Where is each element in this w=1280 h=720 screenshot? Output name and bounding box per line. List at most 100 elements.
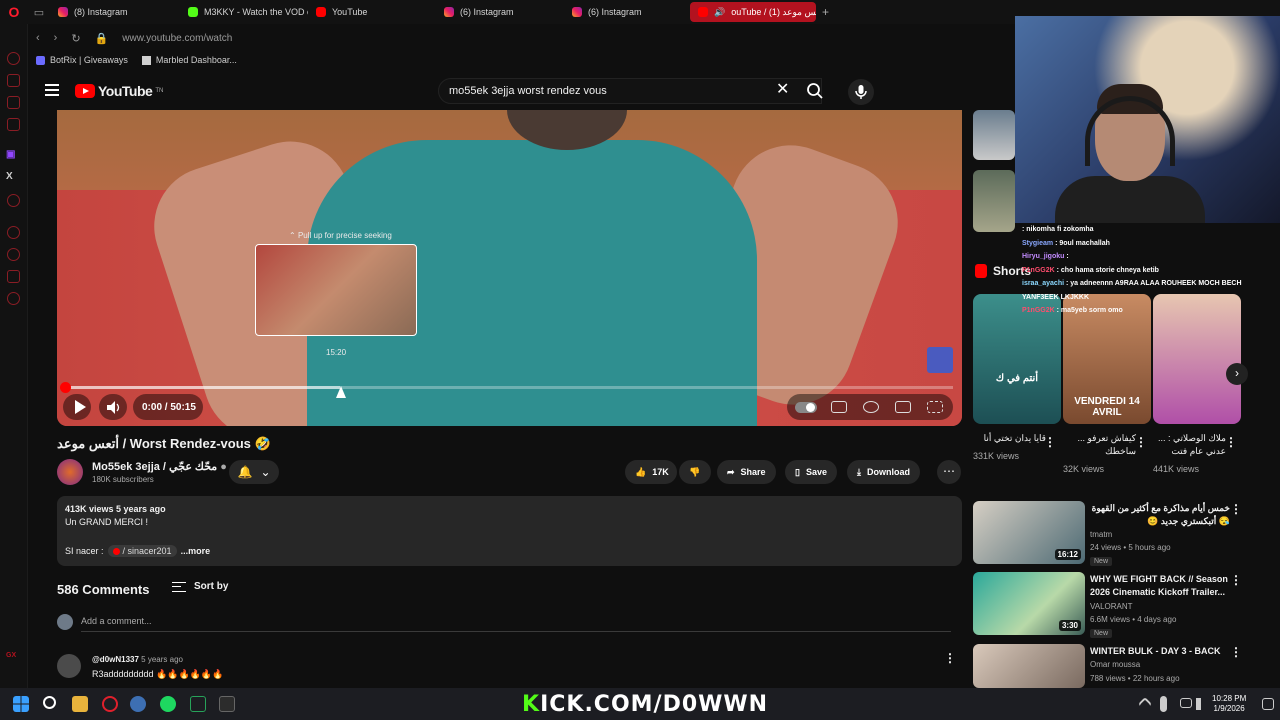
chat-username[interactable]: P1nGG2K (1022, 267, 1055, 274)
show-more-link[interactable]: ...more (181, 546, 211, 556)
related-channel[interactable]: tmatm (1090, 530, 1112, 539)
notifications-button[interactable]: 🔔 ⌄ (229, 460, 279, 484)
related-menu-icon[interactable]: ⋮ (1230, 503, 1242, 515)
search-input[interactable]: mo55ek 3ejja worst rendez vous (438, 78, 822, 104)
save-button[interactable]: ▯ Save (785, 460, 837, 484)
add-icon[interactable] (7, 226, 20, 239)
related-menu-icon[interactable]: ⋮ (1230, 646, 1242, 658)
speaker-icon[interactable]: 🔊 (714, 7, 725, 18)
related-channel[interactable]: VALORANT (1090, 602, 1133, 611)
bookmark-botrix[interactable]: BotRix | Giveaways (36, 55, 128, 65)
settings-icon[interactable] (7, 292, 20, 305)
tab-instagram-2[interactable]: (6) Instagram (436, 2, 564, 22)
related-title[interactable]: WHY WE FIGHT BACK // Season 2026 Cinemat… (1090, 573, 1230, 599)
related-thumbnail[interactable] (973, 110, 1015, 160)
twitch-icon[interactable]: ▣ (6, 149, 15, 160)
related-title[interactable]: خمس أيام مذاكرة مع أكثير من القهوة 😪 أتب… (1090, 502, 1230, 528)
file-explorer-icon[interactable] (72, 696, 88, 712)
related-channel[interactable]: Omar moussa (1090, 660, 1140, 669)
short-title[interactable]: قايا يدان تختي أنا (970, 432, 1046, 445)
chat-username[interactable]: israa_ayachi (1022, 280, 1064, 287)
mic-button[interactable] (848, 79, 874, 105)
history-icon[interactable] (7, 248, 20, 261)
related-thumbnail[interactable] (973, 644, 1085, 688)
mic-tray-icon[interactable] (1160, 696, 1167, 712)
short-title[interactable]: ملاك الوصلاتي : ... عدني عام فتت (1150, 432, 1226, 458)
gx-icon[interactable]: GX (6, 652, 16, 659)
shorts-next-button[interactable]: › (1226, 363, 1248, 385)
comment-author[interactable]: @d0wN1337 5 years ago (92, 655, 183, 664)
progress-bar[interactable] (60, 382, 953, 393)
play-button[interactable] (75, 400, 86, 414)
clear-search-icon[interactable]: ✕ (776, 82, 789, 98)
bookmark-marbled[interactable]: Marbled Dashboar... (141, 55, 237, 65)
fullscreen-icon[interactable] (927, 401, 943, 413)
spotify-icon[interactable] (160, 696, 176, 712)
opera-gx-icon[interactable] (102, 696, 118, 712)
tab-instagram-1[interactable]: (8) Instagram (50, 2, 180, 22)
instagram-sidebar-icon[interactable] (7, 118, 20, 131)
music-icon[interactable] (7, 194, 20, 207)
bag-icon[interactable] (7, 74, 20, 87)
tab-islands-icon[interactable]: ▭ (28, 0, 50, 24)
aria-icon[interactable] (7, 52, 20, 65)
forward-icon[interactable]: › (54, 32, 58, 44)
related-title[interactable]: WINTER BULK - DAY 3 - BACK (1090, 645, 1230, 658)
search-icon[interactable] (806, 82, 824, 100)
settings-gear-icon[interactable] (863, 401, 879, 413)
x-icon[interactable]: X (6, 171, 13, 182)
theater-mode-icon[interactable] (895, 401, 911, 413)
app-icon[interactable] (130, 696, 146, 712)
system-clock[interactable]: 10:28 PM 1/9/2026 (1212, 694, 1246, 714)
comment-avatar[interactable] (57, 654, 81, 678)
volume-icon[interactable] (107, 401, 121, 414)
related-thumbnail[interactable]: 3:30 (973, 572, 1085, 635)
tab-instagram-3[interactable]: (6) Instagram (564, 2, 690, 22)
captions-icon[interactable] (831, 401, 847, 413)
more-actions-button[interactable]: ⋯ (937, 460, 961, 484)
short-title[interactable]: كيفاش تعرفو ... ساخطك (1060, 432, 1136, 458)
chat-username[interactable]: P1nGG2K (1022, 307, 1055, 314)
share-button[interactable]: ➦ Share (717, 460, 776, 484)
related-thumbnail[interactable]: 16:12 (973, 501, 1085, 564)
messenger-icon[interactable] (7, 96, 20, 109)
tab-youtube-active[interactable]: 🔊 ouTube / أتعس موعد (1) (690, 2, 816, 22)
tray-chevron-icon[interactable] (1137, 696, 1153, 712)
new-tab-button[interactable]: + (816, 5, 835, 19)
dislike-button[interactable]: 👎 (679, 460, 711, 484)
add-comment-field[interactable]: Add a comment... (81, 616, 152, 626)
related-menu-icon[interactable]: ⋮ (1230, 574, 1242, 586)
short-menu-icon[interactable]: ⋮ (1044, 436, 1056, 448)
notifications-tray-icon[interactable] (1262, 698, 1274, 710)
channel-watermark[interactable] (927, 347, 953, 373)
like-button[interactable]: 👍 17K (625, 460, 677, 484)
download-button[interactable]: ⤓ Download (847, 460, 920, 484)
menu-icon[interactable] (45, 84, 59, 96)
reload-icon[interactable]: ↻ (71, 32, 80, 45)
description-box[interactable]: 413K views 5 years ago Un GRAND MERCI ! … (57, 496, 962, 566)
windows-start-icon[interactable] (13, 696, 29, 712)
terminal-icon[interactable] (219, 696, 235, 712)
short-menu-icon[interactable]: ⋮ (1225, 436, 1237, 448)
channel-avatar[interactable] (57, 459, 83, 485)
progress-scrubber[interactable] (60, 382, 71, 393)
url-field[interactable]: www.youtube.com/watch (122, 33, 232, 44)
related-thumbnail[interactable] (973, 170, 1015, 232)
comment-menu-icon[interactable]: ⋮ (944, 652, 956, 664)
sort-button[interactable]: Sort by (172, 581, 228, 592)
short-menu-icon[interactable]: ⋮ (1135, 436, 1147, 448)
network-icon[interactable] (1180, 698, 1192, 708)
excel-icon[interactable] (190, 696, 206, 712)
tab-kick[interactable]: M3KKY - Watch the VOD o (180, 2, 308, 22)
chat-username[interactable]: Hiryu_jigoku (1022, 253, 1064, 260)
back-icon[interactable]: ‹ (36, 32, 40, 44)
opera-logo-icon[interactable]: O (0, 0, 28, 24)
pin-icon[interactable] (7, 270, 20, 283)
chat-username[interactable]: Stygieam (1022, 240, 1053, 247)
channel-mention-link[interactable]: / sinacer201 (107, 545, 177, 557)
video-player[interactable]: ⌃ Pull up for precise seeking 15:20 0:00… (57, 110, 962, 426)
youtube-logo[interactable]: YouTube TN (75, 83, 163, 99)
speaker-tray-icon[interactable] (1196, 698, 1208, 710)
autoplay-toggle[interactable] (795, 402, 817, 413)
channel-name[interactable]: Mo55ek 3ejja / محّك عجّي ● (92, 460, 227, 473)
